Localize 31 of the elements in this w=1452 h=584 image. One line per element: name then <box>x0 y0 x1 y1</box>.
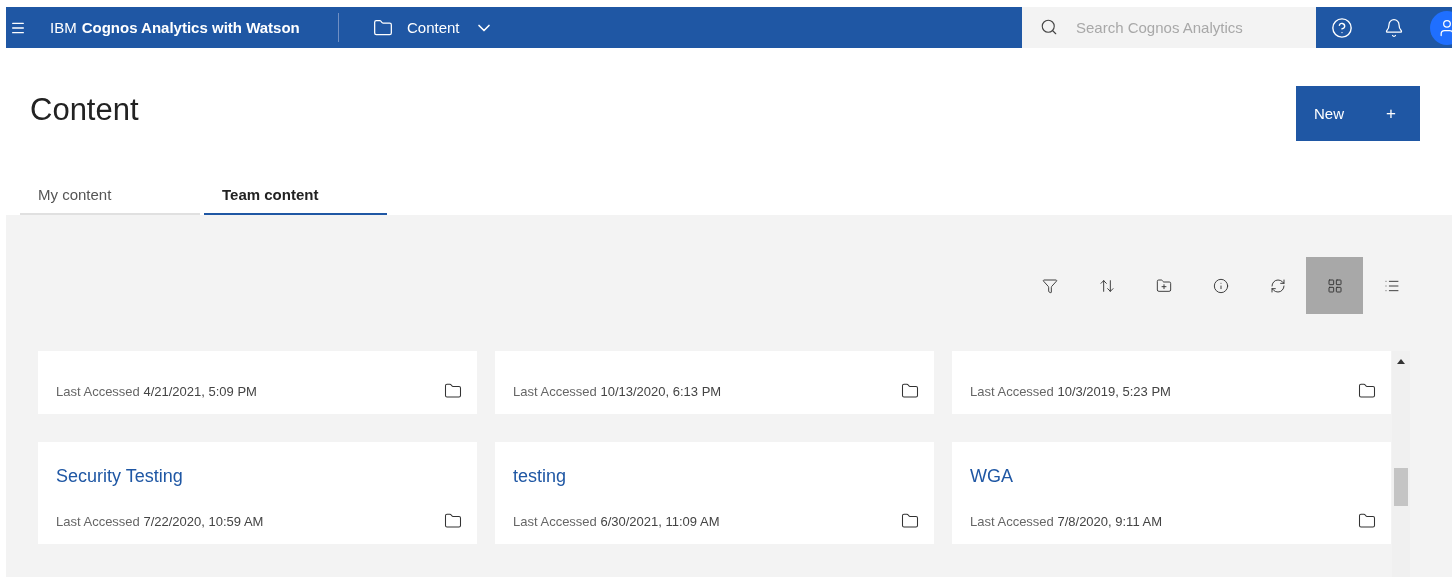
last-accessed-text: Last Accessed 10/13/2020, 6:13 PM <box>513 383 722 399</box>
folder-icon <box>901 382 919 400</box>
folder-link[interactable]: Security Testing <box>56 466 183 487</box>
folder-icon <box>901 512 919 530</box>
product-name: IBM Cognos Analytics with Watson <box>50 18 301 38</box>
last-accessed-text: Last Accessed 7/8/2020, 9:11 AM <box>970 513 1162 529</box>
search-icon <box>1040 18 1058 36</box>
folder-icon <box>1358 512 1376 530</box>
last-accessed-text: Last Accessed 7/22/2020, 10:59 AM <box>56 513 264 529</box>
folder-icon <box>444 382 462 400</box>
folder-card[interactable]: Security Testing Last Accessed 7/22/2020, 10:59 AM <box>38 442 477 544</box>
folder-card[interactable]: WGA Last Accessed 7/8/2020, 9:11 AM <box>952 442 1391 544</box>
page-title: Content <box>30 92 139 128</box>
folder-icon <box>444 512 462 530</box>
scroll-up-icon[interactable] <box>1397 359 1405 364</box>
folder-icon <box>373 17 393 38</box>
last-accessed-text: Last Accessed 4/21/2021, 5:09 PM <box>56 383 257 399</box>
location-dropdown[interactable]: Content <box>373 7 494 48</box>
search-field[interactable]: Search Cognos Analytics <box>1022 7 1316 48</box>
folder-card[interactable]: Last Accessed 10/3/2019, 5:23 PM <box>952 351 1391 414</box>
folder-link[interactable]: WGA <box>970 466 1013 487</box>
folder-card[interactable]: Last Accessed 10/13/2020, 6:13 PM <box>495 351 934 414</box>
grid-icon[interactable] <box>1306 257 1363 314</box>
folder-card[interactable]: Last Accessed 4/21/2021, 5:09 PM <box>38 351 477 414</box>
scroll-thumb[interactable] <box>1394 468 1408 506</box>
last-accessed-text: Last Accessed 10/3/2019, 5:23 PM <box>970 383 1171 399</box>
last-accessed-text: Last Accessed 6/30/2021, 11:09 AM <box>513 513 720 529</box>
folder-card[interactable]: testing Last Accessed 6/30/2021, 11:09 AM <box>495 442 934 544</box>
folder-link[interactable]: testing <box>513 466 567 487</box>
folder-icon <box>1358 382 1376 400</box>
new-button[interactable]: New + <box>1296 86 1420 141</box>
